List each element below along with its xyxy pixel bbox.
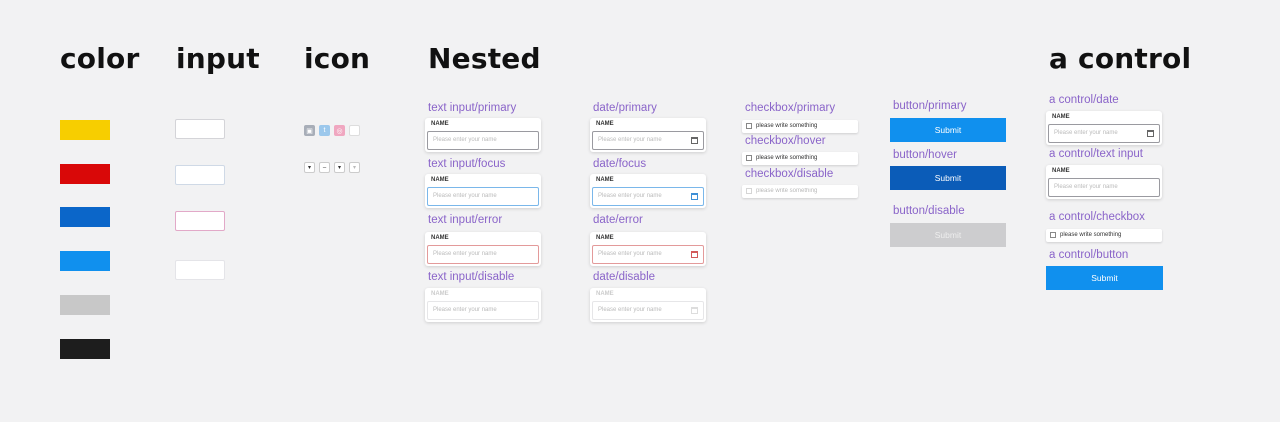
text-input-disable-label: text input/disable: [428, 271, 515, 283]
checkbox-disable: please write something: [742, 185, 858, 198]
color-swatch-dark-blue: [60, 207, 110, 227]
checkbox-primary-label: checkbox/primary: [745, 102, 836, 114]
input-disable-sample: [175, 260, 225, 280]
submit-button-disable: Submit: [890, 223, 1006, 247]
checkbox-primary[interactable]: please write something: [742, 120, 858, 133]
date-disable-label: date/disable: [593, 271, 656, 283]
input-focus-sample[interactable]: [175, 165, 225, 185]
a-control-text-input-label: a control/text input: [1049, 148, 1143, 160]
checkbox-hover-label: checkbox/hover: [745, 135, 826, 147]
image-icon: ▣: [304, 125, 315, 136]
a-control-date-label: a control/date: [1049, 94, 1119, 106]
submit-button-hover[interactable]: Submit: [890, 166, 1006, 190]
twitter-icon: t: [319, 125, 330, 136]
checkbox-box[interactable]: [746, 123, 752, 129]
a-control-date[interactable]: NAME Please enter your name: [1046, 111, 1162, 145]
text-input-primary[interactable]: NAME Please enter your name: [425, 118, 541, 152]
date-focus-label: date/focus: [593, 158, 647, 170]
color-swatch-black: [60, 339, 110, 359]
color-swatch-light-blue: [60, 251, 110, 271]
text-input-disable: NAME Please enter your name: [425, 288, 541, 322]
date-primary[interactable]: NAME Please enter your name: [590, 118, 706, 152]
color-swatch-gray: [60, 295, 110, 315]
instagram-icon: ◎: [334, 125, 345, 136]
input-heading: input: [176, 42, 260, 75]
calendar-icon[interactable]: [691, 137, 698, 144]
calendar-icon[interactable]: [691, 251, 698, 258]
input-error-sample[interactable]: [175, 211, 225, 231]
text-input-focus[interactable]: NAME Please enter your name: [425, 174, 541, 208]
a-control-text-input[interactable]: NAME Please enter your name: [1046, 165, 1162, 199]
date-primary-label: date/primary: [593, 102, 657, 114]
calendar-icon[interactable]: [1147, 130, 1154, 137]
icon-heading: icon: [304, 42, 371, 75]
date-focus[interactable]: NAME Please enter your name: [590, 174, 706, 208]
a-control-checkbox[interactable]: please write something: [1046, 229, 1162, 242]
color-heading: color: [60, 42, 140, 75]
button-hover-label: button/hover: [893, 149, 957, 161]
blank-icon: [349, 125, 360, 136]
text-input-primary-label: text input/primary: [428, 102, 517, 114]
calendar-icon: [691, 307, 698, 314]
checkbox-hover[interactable]: please write something: [742, 152, 858, 165]
text-input-focus-label: text input/focus: [428, 158, 506, 170]
button-disable-label: button/disable: [893, 205, 965, 217]
date-disable: NAME Please enter your name: [590, 288, 706, 322]
checkbox-box[interactable]: [1050, 232, 1056, 238]
button-primary-label: button/primary: [893, 100, 967, 112]
submit-button-primary[interactable]: Submit: [890, 118, 1006, 142]
calendar-icon[interactable]: [691, 193, 698, 200]
date-error[interactable]: NAME Please enter your name: [590, 232, 706, 266]
a-control-checkbox-label: a control/checkbox: [1049, 211, 1145, 223]
a-control-submit-button[interactable]: Submit: [1046, 266, 1163, 290]
checkbox-disable-label: checkbox/disable: [745, 168, 834, 180]
a-control-button-label: a control/button: [1049, 249, 1129, 261]
dropdown-arrow-icon: ▾: [304, 162, 315, 173]
input-primary-sample[interactable]: [175, 119, 225, 139]
text-input-error-label: text input/error: [428, 214, 503, 226]
nested-heading: Nested: [428, 42, 541, 75]
a-control-heading: a control: [1049, 42, 1192, 75]
date-error-label: date/error: [593, 214, 643, 226]
dropdown-arrow-icon: ▾: [334, 162, 345, 173]
minus-icon: –: [319, 162, 330, 173]
checkbox-box[interactable]: [746, 155, 752, 161]
checkbox-box: [746, 188, 752, 194]
text-input-error[interactable]: NAME Please enter your name: [425, 232, 541, 266]
color-swatch-yellow: [60, 120, 110, 140]
dropdown-arrow-disabled-icon: ▾: [349, 162, 360, 173]
color-swatch-red: [60, 164, 110, 184]
